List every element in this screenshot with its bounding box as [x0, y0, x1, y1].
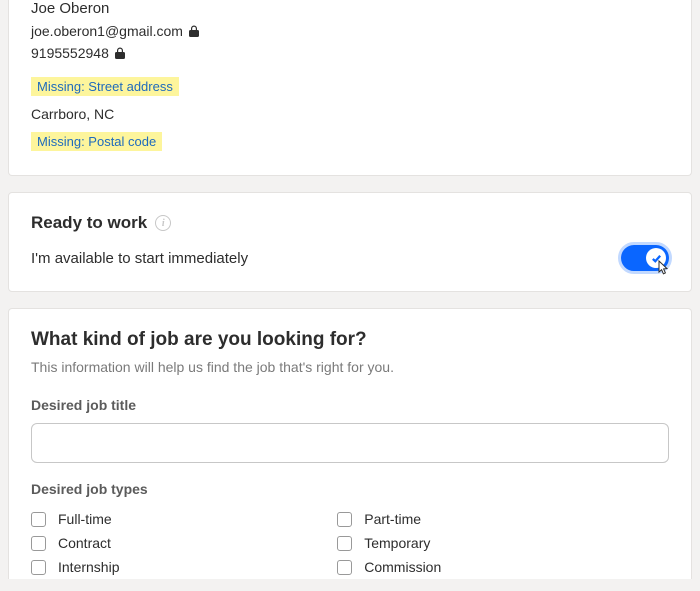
checkbox-label: Temporary [364, 535, 430, 551]
checkbox-label: Internship [58, 559, 119, 575]
profile-name: Joe Oberon [31, 0, 669, 17]
profile-email-line: joe.oberon1@gmail.com [31, 23, 669, 39]
checkbox-part-time[interactable] [337, 512, 352, 527]
profile-email: joe.oberon1@gmail.com [31, 23, 183, 39]
missing-postal-badge: Missing: Postal code [31, 132, 162, 151]
desired-title-label: Desired job title [31, 397, 669, 413]
list-item: Temporary [337, 531, 643, 555]
missing-street-badge: Missing: Street address [31, 77, 179, 96]
lock-icon [189, 25, 199, 37]
ready-heading: Ready to work [31, 213, 147, 233]
checkbox-label: Part-time [364, 511, 421, 527]
job-heading: What kind of job are you looking for? [31, 329, 669, 351]
checkbox-label: Commission [364, 559, 441, 575]
desired-types-label: Desired job types [31, 481, 669, 497]
toggle-knob [646, 248, 666, 268]
ready-heading-row: Ready to work i [31, 213, 669, 233]
job-helper-text: This information will help us find the j… [31, 359, 669, 375]
checkbox-label: Contract [58, 535, 111, 551]
info-icon[interactable]: i [155, 215, 171, 231]
list-item: Full-time [31, 507, 337, 531]
checkbox-commission[interactable] [337, 560, 352, 575]
checkbox-full-time[interactable] [31, 512, 46, 527]
ready-to-work-card: Ready to work i I'm available to start i… [8, 192, 692, 292]
list-item: Part-time [337, 507, 643, 531]
checkbox-contract[interactable] [31, 536, 46, 551]
job-preferences-card: What kind of job are you looking for? Th… [8, 308, 692, 579]
checkbox-label: Full-time [58, 511, 112, 527]
job-types-grid: Full-time Contract Internship Part-time [31, 507, 669, 579]
ready-toggle[interactable] [621, 245, 669, 271]
checkbox-temporary[interactable] [337, 536, 352, 551]
lock-icon [115, 47, 125, 59]
list-item: Commission [337, 555, 643, 579]
profile-city: Carrboro, NC [31, 106, 669, 122]
profile-phone-line: 9195552948 [31, 45, 669, 61]
profile-phone: 9195552948 [31, 45, 109, 61]
list-item: Contract [31, 531, 337, 555]
list-item: Internship [31, 555, 337, 579]
checkbox-internship[interactable] [31, 560, 46, 575]
profile-card: Joe Oberon joe.oberon1@gmail.com 9195552… [8, 0, 692, 176]
ready-text: I'm available to start immediately [31, 250, 248, 267]
desired-title-input[interactable] [31, 423, 669, 463]
